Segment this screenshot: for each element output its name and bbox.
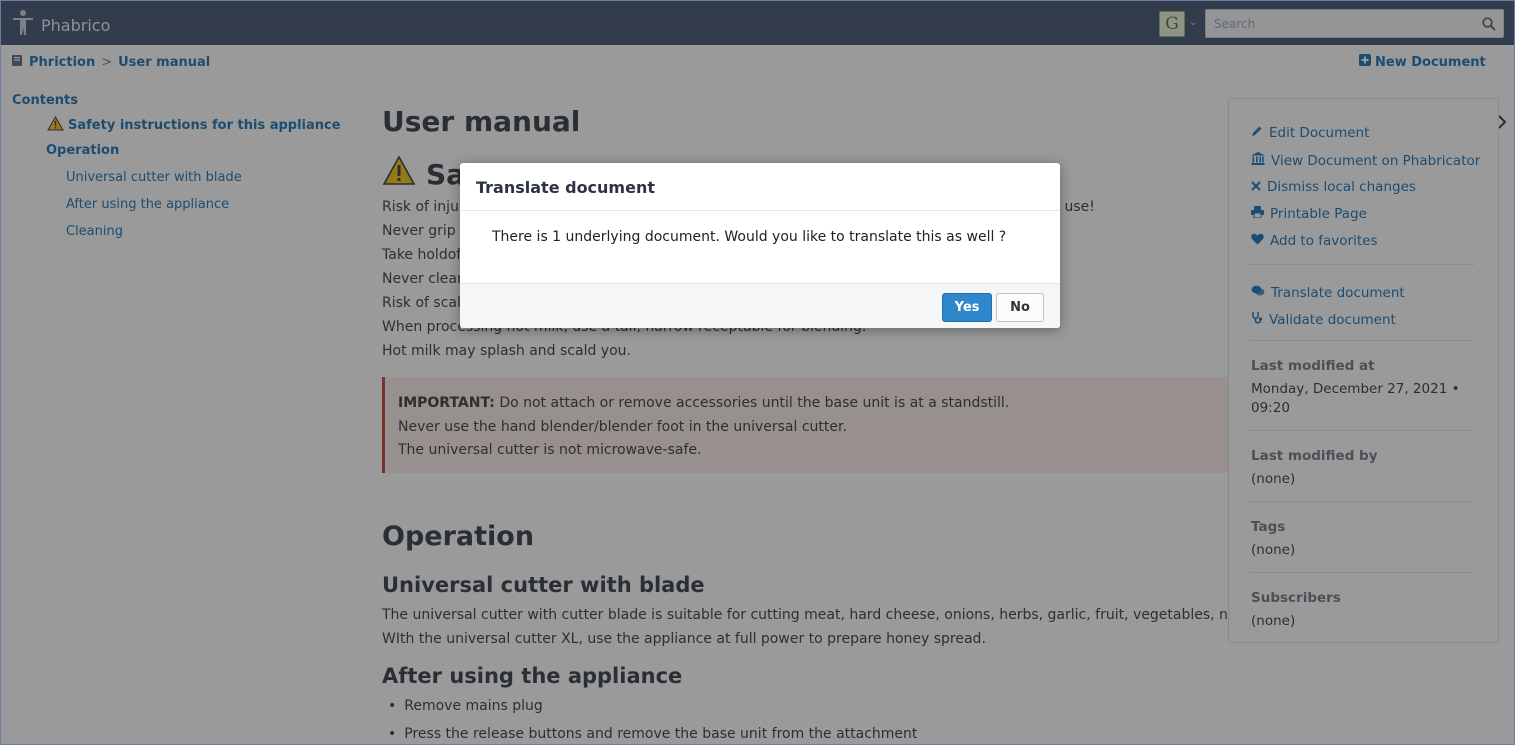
dialog-title: Translate document bbox=[476, 178, 655, 197]
modal-overlay[interactable] bbox=[1, 1, 1514, 744]
dialog-message: There is 1 underlying document. Would yo… bbox=[492, 229, 1007, 245]
yes-button[interactable]: Yes bbox=[942, 293, 992, 322]
no-button[interactable]: No bbox=[996, 293, 1044, 322]
app-window: Phabrico G ⌄ Phriction > User manual New… bbox=[0, 0, 1515, 745]
dialog-divider bbox=[460, 210, 1060, 211]
dialog-footer: Yes No bbox=[460, 283, 1060, 328]
translate-dialog: Translate document There is 1 underlying… bbox=[460, 163, 1060, 328]
